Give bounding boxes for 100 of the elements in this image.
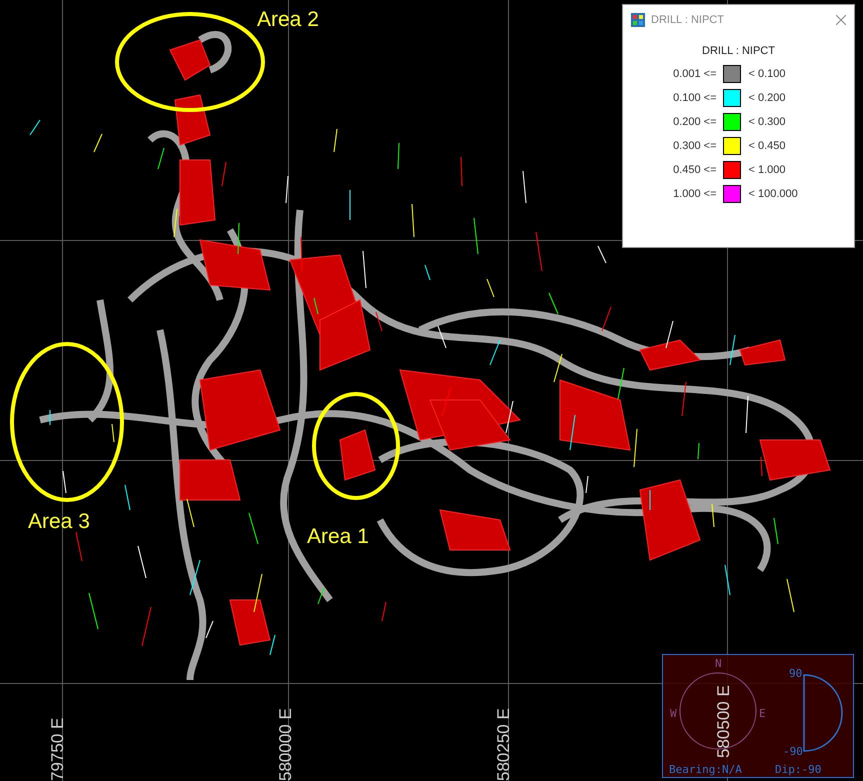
- drill-hole-line: [190, 560, 200, 596]
- drill-hole-line: [682, 382, 686, 416]
- app-icon: [631, 13, 645, 27]
- drill-hole-line: [586, 476, 588, 494]
- drill-hole-line: [142, 606, 152, 646]
- drill-hole-line: [112, 424, 114, 442]
- range-low-label: 0.200 <=: [672, 116, 716, 128]
- ore-body-shape: [180, 460, 241, 500]
- area-label: Area 3: [28, 510, 90, 534]
- drill-hole-line: [522, 170, 526, 204]
- drill-hole-line: [746, 396, 748, 434]
- ore-body-shape: [739, 339, 786, 366]
- drill-hole-line: [786, 578, 794, 612]
- drill-hole-line: [570, 414, 576, 450]
- tunnel-path: [198, 31, 232, 74]
- ore-body-shape: [199, 239, 271, 291]
- window-title: DRILL : NIPCT: [651, 14, 725, 26]
- range-high-label: < 0.100: [748, 68, 787, 80]
- drill-hole-line: [536, 232, 542, 272]
- range-high-label: < 0.300: [748, 116, 787, 128]
- ore-body-shape: [439, 509, 511, 550]
- drill-hole-line: [248, 512, 258, 544]
- drill-hole-line: [286, 176, 288, 204]
- range-low-label: 0.300 <=: [672, 140, 716, 152]
- drill-hole-line: [486, 278, 494, 298]
- drill-hole-line: [774, 518, 778, 544]
- drill-hole-line: [490, 340, 500, 366]
- axis-label: 580250 E: [494, 708, 514, 781]
- ore-body-shape: [320, 299, 371, 371]
- drill-hole-line: [222, 162, 226, 186]
- drill-hole-line: [438, 326, 446, 348]
- drill-hole-line: [62, 470, 66, 494]
- drill-hole-line: [554, 354, 562, 382]
- drill-hole-line: [300, 236, 302, 272]
- area-label: Area 1: [307, 525, 369, 549]
- ore-body-shape: [560, 379, 631, 451]
- drill-hole-line: [506, 400, 514, 434]
- range-high-label: < 1.000: [748, 164, 787, 176]
- axis-label: 580500 E: [714, 685, 734, 758]
- drill-hole-line: [376, 312, 382, 332]
- north-label: N: [715, 657, 722, 670]
- drill-hole-line: [138, 546, 146, 578]
- drill-hole-line: [460, 156, 462, 186]
- range-low-label: 0.100 <=: [672, 92, 716, 104]
- drill-hole-line: [88, 592, 98, 630]
- drill-hole-line: [474, 218, 478, 254]
- range-high-label: < 0.450: [748, 140, 787, 152]
- drill-hole-line: [270, 634, 276, 656]
- legend-heading: DRILL : NIPCT: [701, 45, 776, 57]
- drill-hole-line: [442, 386, 452, 416]
- drill-hole-line: [760, 456, 762, 476]
- drill-hole-line: [424, 264, 430, 280]
- axis-label: 79750 E: [48, 718, 68, 781]
- range-low-label: 0.001 <=: [672, 68, 716, 80]
- ore-body-shape: [169, 39, 211, 81]
- drill-hole-line: [712, 504, 714, 528]
- ore-body-shape: [174, 94, 211, 146]
- drill-hole-line: [634, 428, 638, 468]
- ore-body-shape: [759, 440, 831, 481]
- drill-hole-line: [618, 368, 624, 400]
- drill-hole-line: [318, 588, 324, 604]
- drill-hole-line: [314, 298, 318, 314]
- ore-body-shape: [639, 339, 702, 371]
- drill-hole-line: [254, 574, 262, 612]
- range-low-label: 0.450 <=: [672, 164, 716, 176]
- dip-semicircle-icon: [803, 674, 843, 752]
- east-label: E: [759, 707, 766, 720]
- drill-hole-line: [602, 306, 612, 332]
- drill-hole-line: [730, 334, 736, 366]
- drill-hole-line: [398, 142, 400, 170]
- dip-top-label: 90: [789, 667, 802, 680]
- drill-hole-line: [598, 246, 606, 264]
- drill-hole-line: [174, 208, 178, 238]
- drill-hole-line: [124, 484, 130, 510]
- drill-hole-line: [724, 564, 730, 596]
- drill-hole-line: [238, 222, 240, 254]
- drill-hole-line: [382, 602, 386, 622]
- axis-label: 580000 E: [276, 708, 296, 781]
- range-high-label: < 0.200: [748, 92, 787, 104]
- drill-hole-line: [186, 498, 194, 528]
- drill-hole-line: [412, 204, 414, 238]
- ore-body-shape: [180, 160, 216, 226]
- ore-body-shape: [339, 429, 376, 481]
- drill-hole-line: [362, 250, 366, 288]
- drill-hole-line: [94, 134, 102, 152]
- range-low-label: 1.000 <=: [672, 188, 716, 200]
- ore-body-shape: [229, 600, 271, 646]
- close-icon[interactable]: [836, 15, 846, 25]
- drill-hole-line: [548, 292, 558, 314]
- drill-hole-line: [76, 532, 82, 562]
- bearing-readout: Bearing:N/A: [669, 763, 742, 776]
- west-label: W: [670, 707, 677, 720]
- range-high-label: < 100.000: [748, 188, 799, 200]
- drill-hole-line: [206, 620, 214, 638]
- dip-bottom-label: -90: [783, 745, 803, 758]
- dip-readout: Dip:-90: [775, 763, 822, 776]
- drill-hole-line: [698, 442, 700, 460]
- drill-hole-line: [158, 148, 164, 170]
- area-label: Area 2: [257, 8, 319, 32]
- drill-hole-line: [666, 320, 674, 348]
